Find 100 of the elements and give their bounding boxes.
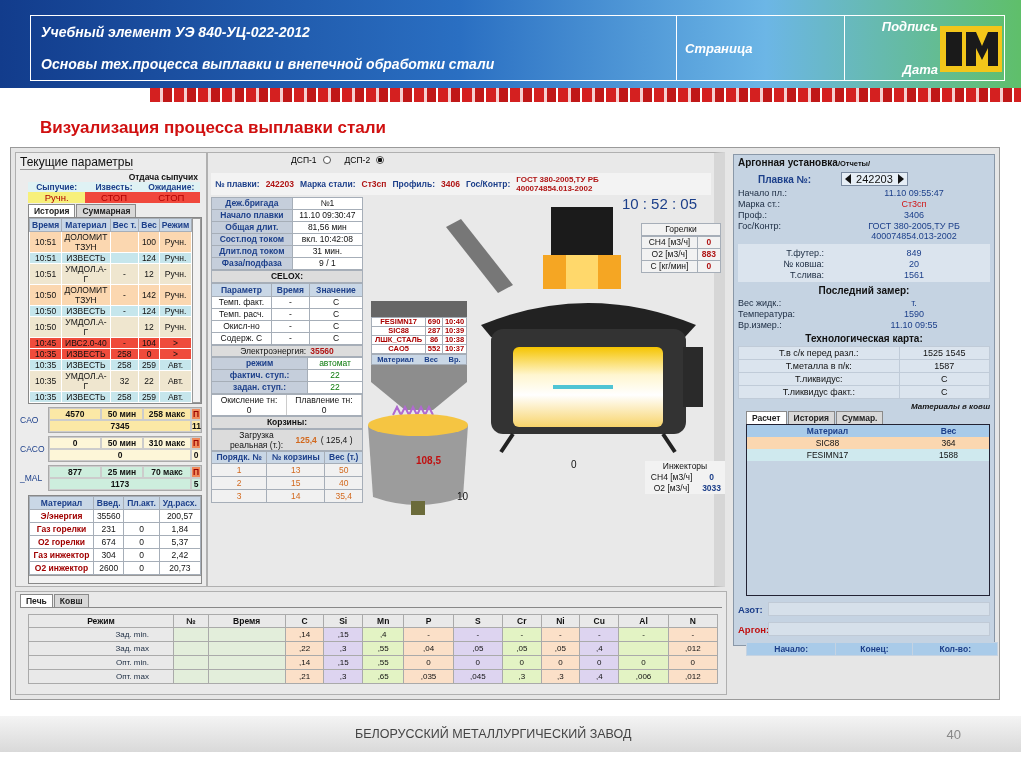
tab[interactable]: Суммарная [76,204,137,217]
table-cell: ИЗВЕСТЬ [61,348,111,360]
table-cell: O2 [м3/ч] [641,248,698,261]
table-cell: 231 [93,522,124,536]
radio-button[interactable]: ДСП-1 [291,155,331,165]
field-value: автомат [307,357,363,370]
field-value: 1561 [903,270,925,280]
feeder-label: Сыпучие: [35,182,79,192]
table-cell: ИЗВЕСТЬ [61,359,111,371]
slide-title: Визуализация процесса выплавки стали [40,118,387,137]
table-cell: - [110,337,139,349]
tab[interactable]: Ковш [53,594,89,607]
table-cell: Э/энергия [29,509,94,523]
count-value: 11 [191,420,201,432]
tab[interactable]: Печь [20,594,53,607]
field-value: 35560 [310,346,334,356]
table-cell: 0 [123,535,160,549]
radio-button[interactable]: ДСП-2 [344,155,385,165]
field-label: Плавка №: [758,173,812,185]
table-title: Инжекторы [661,461,709,472]
table-cell: Ручн. [159,252,192,264]
table-title: Горелки [641,223,721,236]
table-cell: 883 [697,248,721,261]
column-header: Конец: [835,642,913,656]
table-cell: 2,42 [159,548,201,562]
field-label: Плавление тн: [287,395,362,405]
table-cell: 259 [138,359,160,371]
table-cell: > [159,337,192,349]
column-header: Материал [29,496,94,510]
section-title: CELOX: [211,270,363,283]
field-value: 0 [287,405,362,415]
table-cell: 1,84 [159,522,201,536]
table-cell: Газ инжектор [29,548,94,562]
field-value: 849 [905,248,923,258]
field-label: Загрузка реальная (т.): [228,430,285,450]
course-title: Основы тех.процесса выплавки и внепечной обработки стали [41,56,496,72]
table-cell: 10:35 [29,391,62,403]
table-cell: 364 [908,437,989,449]
table-cell: ИЗВЕСТЬ [61,305,111,317]
column-header: Уд.расх. [159,496,201,510]
field-label: Проф.: [738,210,768,220]
table-cell: 124 [138,252,160,264]
column-header: P [403,614,454,628]
column-header: Cr [502,614,542,628]
field-value: 20 [908,259,920,269]
heat-number-field[interactable]: 242203 [841,172,908,186]
field-value: Ст3сп [361,179,387,189]
clock-time: 10 : 52 : 05 [621,195,697,212]
field-label: Гос/Контр: [738,221,783,233]
table-cell: ИЗВЕСТЬ [61,391,111,403]
feeder-status: СТОП [142,192,200,203]
field-value: 0 [212,405,287,415]
table-cell: 124 [138,305,160,317]
table-cell: > [159,348,192,360]
tab[interactable]: Расчет [746,411,787,424]
table-cell: Авт. [159,391,192,403]
bunker-label: CACO [20,444,46,454]
field-value: ( 125,4 ) [320,435,353,445]
set-value: 0 [49,437,101,449]
table-cell: 10:35 [29,370,62,392]
table-cell: Газ горелки [29,522,94,536]
column-header: Время [29,218,62,232]
table-cell: 0 [697,260,721,273]
table-cell: 104 [138,337,160,349]
table-cell: 10:51 [29,231,62,253]
set-value: 877 [49,466,101,478]
column-header: Значение [309,283,363,297]
column-header: Время [208,614,286,628]
column-header: Вес т. [110,218,139,232]
column-header: C [285,614,324,628]
section-title: Отдача сыпучих [127,172,199,182]
ladle-number: 10 [457,491,469,502]
field-label: Вр.измер.: [738,320,783,330]
column-header: Материал [747,425,908,437]
table-cell: 1525 1545 [899,346,990,360]
column-header: Пл.акт. [123,496,160,510]
column-header: Si [323,614,363,628]
scrollbar[interactable] [29,575,201,583]
table-cell: 200,57 [159,509,201,523]
table-cell: 10:50 [29,284,62,306]
table-cell: 0 [138,348,160,360]
count-value: 0 [191,449,201,461]
field-label: Профиль: [392,179,436,189]
column-header: Режим [28,614,174,628]
table-cell: 258 [110,348,139,360]
field-label: Электроэнергия: [240,346,307,356]
table-cell: 0 [123,522,160,536]
course-code: Учебный элемент УЭ 840-УЦ-022-2012 [41,24,311,40]
column-header: Начало: [746,642,836,656]
max-value: 310 макс [143,437,191,449]
field-value: 125,4 [295,435,317,445]
tab[interactable]: История [787,411,835,424]
column-header: Режим [159,218,192,232]
tab[interactable]: История [28,204,76,217]
table-cell: FESIMN17 [747,449,908,461]
panel-title: Аргонная установка [738,157,838,168]
scrollbar[interactable] [192,218,201,403]
field-value: 242203 [265,179,294,189]
furnace-label: 0 [571,459,577,470]
tab[interactable]: Суммар. [836,411,884,424]
